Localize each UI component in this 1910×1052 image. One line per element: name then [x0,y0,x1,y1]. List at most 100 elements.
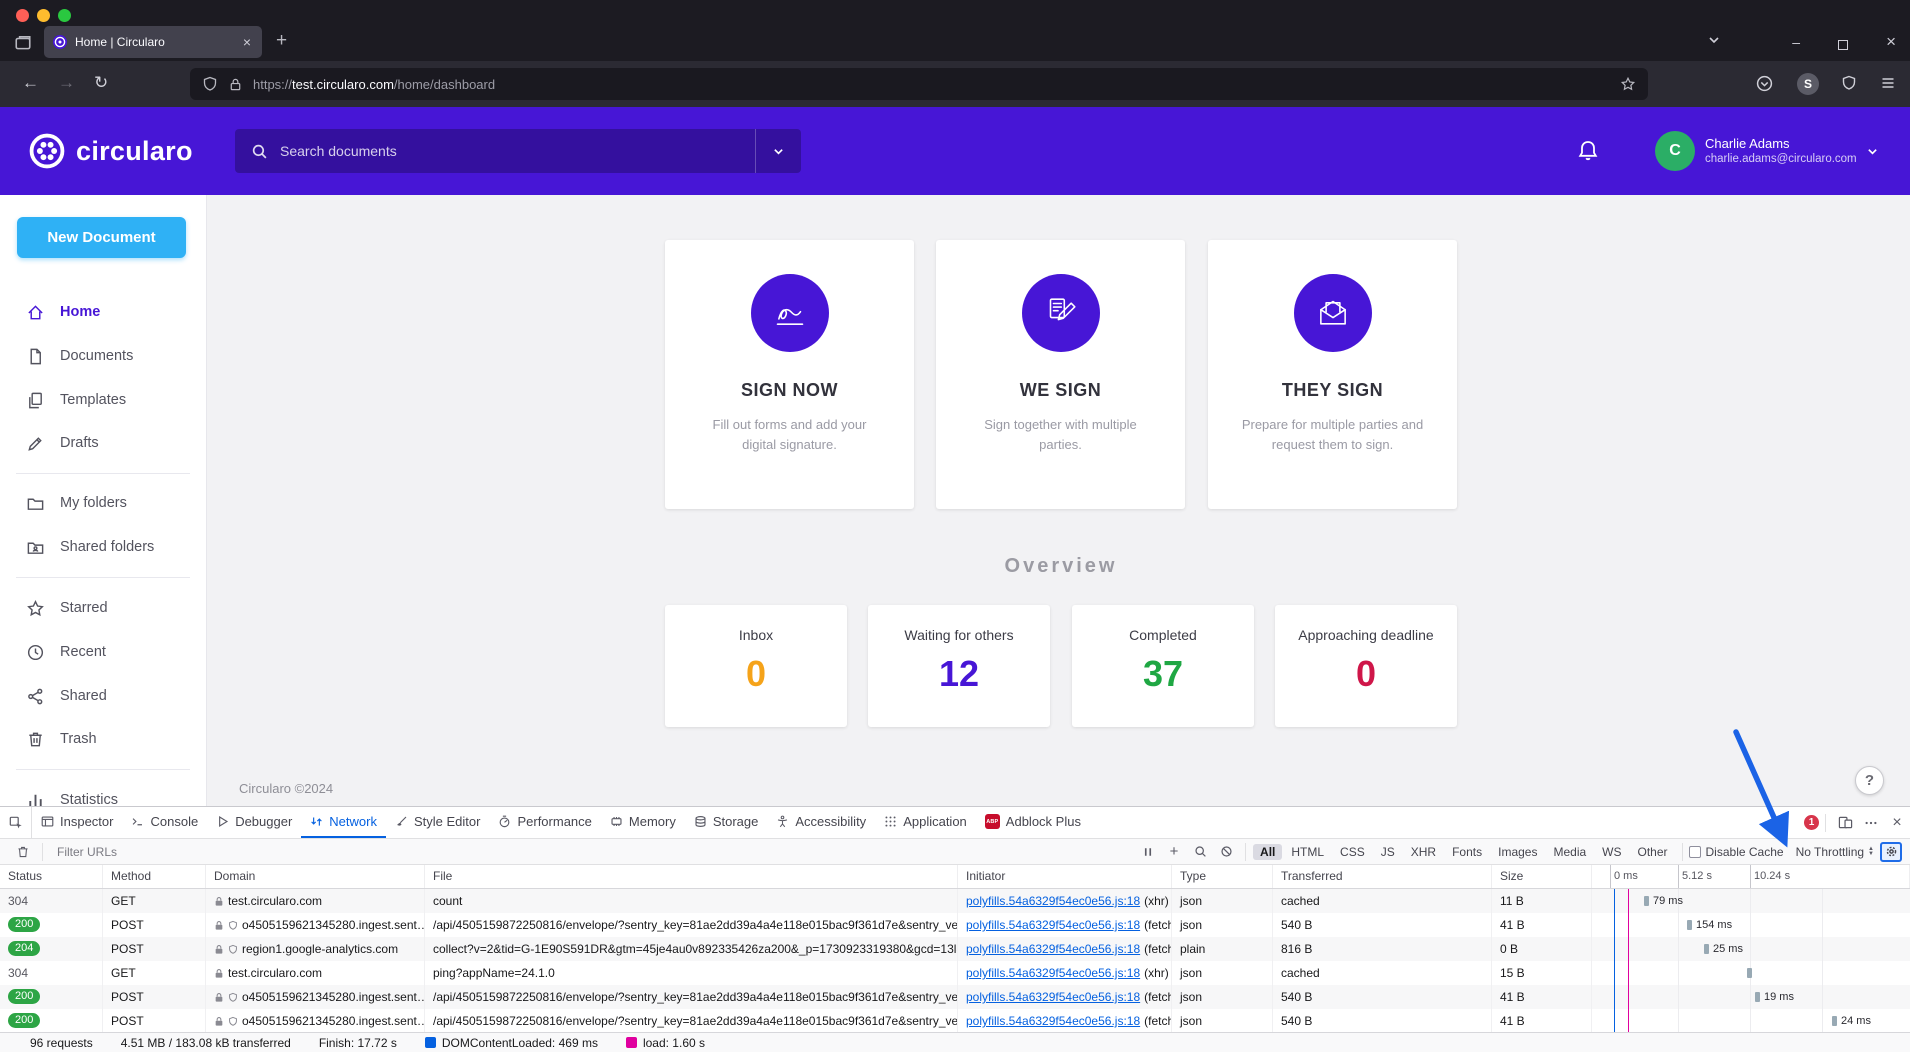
initiator-link[interactable]: polyfills.54a6329f54ec0e56.js:18 [966,894,1140,908]
action-card-we-sign[interactable]: WE SIGN Sign together with multiple part… [936,240,1185,509]
pocket-icon[interactable] [1756,75,1773,92]
filter-ws[interactable]: WS [1595,844,1628,860]
sidebar-item-shared[interactable]: Shared [0,674,207,718]
sidebar-item-recent[interactable]: Recent [0,630,207,674]
network-request-row[interactable]: 200 POST o4505159621345280.ingest.sent… … [0,913,1910,937]
initiator-link[interactable]: polyfills.54a6329f54ec0e56.js:18 [966,990,1140,1004]
sidebar-item-drafts[interactable]: Drafts [0,421,207,465]
sidebar-item-trash[interactable]: Trash [0,717,207,761]
network-request-row[interactable]: 200 POST o4505159621345280.ingest.sent… … [0,1009,1910,1033]
devtools-tab-storage[interactable]: Storage [685,807,768,838]
network-request-row[interactable]: 204 POST region1.google-analytics.com co… [0,937,1910,961]
macos-minimize-button[interactable] [37,9,50,22]
pause-recording-icon[interactable] [1135,839,1161,864]
new-request-plus-icon[interactable]: + [1161,839,1187,864]
back-button[interactable]: ← [22,73,39,93]
app-logo[interactable]: circularo [28,132,193,170]
user-avatar[interactable]: C [1655,131,1695,171]
devtools-tab-style-editor[interactable]: Style Editor [386,807,489,838]
stat-card-completed[interactable]: Completed 37 [1072,605,1254,727]
devtools-tab-inspector[interactable]: Inspector [32,807,122,838]
filter-other[interactable]: Other [1631,844,1675,860]
tab-list-chevron-icon[interactable] [1708,34,1720,46]
initiator-link[interactable]: polyfills.54a6329f54ec0e56.js:18 [966,918,1140,932]
filter-urls-input[interactable] [57,845,267,859]
document-search-bar[interactable] [235,129,801,173]
filter-css[interactable]: CSS [1333,844,1372,860]
stat-label: Approaching deadline [1298,627,1433,643]
firefox-view-icon[interactable] [14,34,32,52]
devtools-close-icon[interactable]: × [1884,807,1910,838]
filter-all[interactable]: All [1253,844,1282,860]
initiator-link[interactable]: polyfills.54a6329f54ec0e56.js:18 [966,942,1140,956]
tracking-protection-shield-icon[interactable] [202,76,218,92]
responsive-design-mode-icon[interactable] [1832,807,1858,838]
account-icon[interactable]: S [1797,73,1819,95]
initiator-link[interactable]: polyfills.54a6329f54ec0e56.js:18 [966,966,1140,980]
menu-hamburger-icon[interactable] [1880,75,1896,91]
stat-card-inbox[interactable]: Inbox 0 [665,605,847,727]
filter-images[interactable]: Images [1491,844,1544,860]
connection-lock-icon[interactable] [228,77,243,92]
help-button[interactable]: ? [1855,766,1884,795]
network-request-row[interactable]: 200 POST o4505159621345280.ingest.sent… … [0,985,1910,1009]
devtools-menu-dots-icon[interactable] [1858,807,1884,838]
devtools-tab-performance[interactable]: Performance [489,807,600,838]
search-requests-icon[interactable] [1187,839,1213,864]
macos-close-button[interactable] [16,9,29,22]
devtools-tab-network[interactable]: Network [301,807,386,838]
network-settings-gear-icon[interactable] [1880,842,1902,862]
search-scope-dropdown[interactable] [755,129,801,173]
bookmark-star-icon[interactable] [1620,76,1636,92]
filter-fonts[interactable]: Fonts [1445,844,1489,860]
tab-close-icon[interactable]: × [240,34,254,50]
clear-requests-trash-icon[interactable] [10,839,36,864]
filter-html[interactable]: HTML [1284,844,1331,860]
devtools-tab-adblock-plus[interactable]: ABP Adblock Plus [976,807,1090,838]
pick-element-icon[interactable] [0,807,32,838]
sidebar-item-documents[interactable]: Documents [0,334,207,378]
throttling-dropdown[interactable]: No Throttling ▲▼ [1796,845,1874,859]
browser-tab[interactable]: Home | Circularo × [44,26,262,58]
devtools-tab-accessibility[interactable]: Accessibility [767,807,875,838]
devtools-tab-console[interactable]: Console [122,807,207,838]
new-tab-button[interactable]: + [276,30,287,52]
request-count[interactable]: 96 requests [30,1036,93,1050]
user-menu[interactable]: C Charlie Adams charlie.adams@circularo.… [1655,131,1878,171]
devtools-tab-memory[interactable]: Memory [601,807,685,838]
filter-xhr[interactable]: XHR [1404,844,1443,860]
filter-js[interactable]: JS [1374,844,1402,860]
sidebar-item-shared-folders[interactable]: Shared folders [0,525,207,569]
initiator-link[interactable]: polyfills.54a6329f54ec0e56.js:18 [966,1014,1140,1028]
filter-media[interactable]: Media [1546,844,1593,860]
url-bar[interactable]: https://test.circularo.com/home/dashboar… [190,68,1648,100]
stat-card-waiting[interactable]: Waiting for others 12 [868,605,1050,727]
sidebar-item-starred[interactable]: Starred [0,586,207,630]
sidebar-item-statistics[interactable]: Statistics [0,778,207,806]
stat-card-deadline[interactable]: Approaching deadline 0 [1275,605,1457,727]
sidebar-item-templates[interactable]: Templates [0,378,207,422]
error-count-badge[interactable]: 1 [1804,815,1819,830]
window-minimize-button[interactable]: – [1792,34,1800,50]
block-requests-icon[interactable] [1213,839,1239,864]
macos-zoom-button[interactable] [58,9,71,22]
search-input[interactable] [280,143,755,159]
network-request-row[interactable]: 304 GET test.circularo.com count polyfil… [0,889,1910,913]
action-card-they-sign[interactable]: THEY SIGN Prepare for multiple parties a… [1208,240,1457,509]
devtools-tab-application[interactable]: Application [875,807,976,838]
reload-button[interactable]: ↻ [94,73,108,93]
tracker-shield-icon [228,1016,238,1027]
disable-cache-checkbox[interactable]: Disable Cache [1689,845,1784,859]
sidebar-item-home[interactable]: Home [0,290,207,334]
window-close-button[interactable]: × [1886,32,1896,52]
notifications-bell-icon[interactable] [1576,139,1600,163]
network-table-header[interactable]: Status Method Domain File Initiator Type… [0,865,1910,889]
sidebar-item-my-folders[interactable]: My folders [0,481,207,525]
devtools-tab-debugger[interactable]: Debugger [207,807,301,838]
extension-shield-icon[interactable] [1841,75,1857,91]
action-card-sign-now[interactable]: SIGN NOW Fill out forms and add your dig… [665,240,914,509]
window-maximize-button[interactable] [1838,37,1848,53]
network-request-row[interactable]: 304 GET test.circularo.com ping?appName=… [0,961,1910,985]
new-document-button[interactable]: New Document [17,217,186,258]
forward-button[interactable]: → [58,73,75,93]
